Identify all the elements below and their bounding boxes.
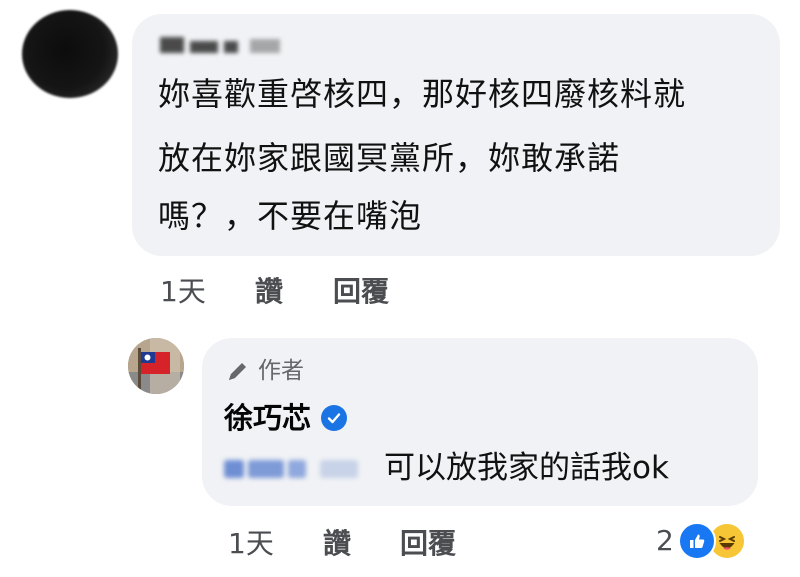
author-badge: 作者 bbox=[226, 356, 304, 386]
reply-timestamp[interactable]: 1天 bbox=[228, 528, 274, 560]
reply-author-name[interactable]: 徐巧芯 bbox=[224, 398, 311, 438]
reply-text: 可以放我家的話我ok bbox=[384, 450, 669, 486]
flag-photo-icon bbox=[128, 338, 184, 394]
comment-timestamp[interactable]: 1天 bbox=[160, 276, 206, 308]
reaction-count: 2 bbox=[656, 524, 674, 557]
commenter-avatar[interactable] bbox=[22, 10, 118, 98]
like-icon bbox=[677, 522, 716, 560]
verified-badge-icon bbox=[321, 405, 348, 431]
author-badge-label: 作者 bbox=[258, 358, 304, 384]
comment-text-line-2: 放在妳家跟國冥黨所，妳敢承諾 bbox=[158, 139, 621, 177]
reply-like-button[interactable]: 讚 bbox=[323, 528, 351, 560]
reply-author-row: 徐巧芯 bbox=[224, 398, 348, 438]
comment-text-line-3: 嗎？，不要在嘴泡 bbox=[158, 197, 423, 235]
reaction-summary[interactable]: 2 bbox=[656, 522, 746, 560]
comment-like-button[interactable]: 讚 bbox=[255, 276, 283, 308]
reply-reply-button[interactable]: 回覆 bbox=[400, 528, 456, 560]
pencil-icon bbox=[229, 363, 246, 380]
mentioned-user-blurred[interactable] bbox=[222, 452, 382, 486]
author-avatar[interactable] bbox=[128, 338, 184, 394]
comment-reply-button[interactable]: 回覆 bbox=[333, 276, 389, 308]
comment-text-line-1: 妳喜歡重啓核四，那好核四廢核料就 bbox=[158, 75, 687, 113]
commenter-name-blurred[interactable] bbox=[160, 33, 290, 59]
